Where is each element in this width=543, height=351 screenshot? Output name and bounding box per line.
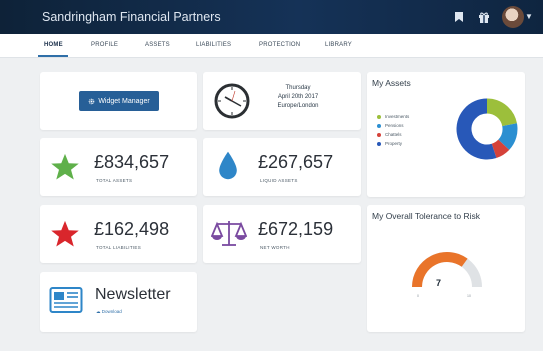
widget-manager-card: Widget Manager <box>40 72 197 130</box>
legend-label: Property <box>385 141 403 146</box>
active-tab-indicator <box>38 55 68 57</box>
total-assets-label: TOTAL ASSETS <box>96 178 133 183</box>
tab-protection[interactable]: PROTECTION <box>259 42 300 48</box>
star-icon <box>51 153 79 180</box>
risk-tolerance-title: My Overall Tolerance to Risk <box>372 211 481 221</box>
newsletter-title: Newsletter <box>95 286 171 303</box>
download-label: Download <box>101 309 122 314</box>
main-nav: HOME PROFILE ASSETS LIABILITIES PROTECTI… <box>0 34 543 58</box>
donut-slice-chattels[interactable] <box>491 139 510 159</box>
water-drop-icon <box>219 151 237 180</box>
legend-item-chattels: Chattels <box>377 130 409 139</box>
gift-icon[interactable] <box>477 10 491 24</box>
net-worth-label: NET WORTH <box>260 245 290 250</box>
date-card: Thursday April 20th 2017 Europe/London <box>203 72 361 130</box>
total-assets-value: £834,657 <box>94 152 170 172</box>
cloud-download-icon: ☁ <box>96 309 101 314</box>
widget-manager-label: Widget Manager <box>98 97 150 105</box>
timezone-label: Europe/London <box>277 103 319 109</box>
liquid-assets-card[interactable]: £267,657 LIQUID ASSETS <box>203 138 361 196</box>
day-label: Thursday <box>285 85 311 91</box>
risk-tolerance-card: My Overall Tolerance to Risk 7 0 10 <box>367 205 525 332</box>
total-assets-card[interactable]: £834,657 TOTAL ASSETS <box>40 138 197 196</box>
legend-label: Investments <box>385 114 410 119</box>
legend-item-property: Property <box>377 139 409 148</box>
assets-donut-chart[interactable] <box>455 97 519 161</box>
top-bar: Sandringham Financial Partners ▼ <box>0 0 543 34</box>
gauge-max-label: 10 <box>467 294 471 298</box>
legend-swatch <box>377 141 381 146</box>
tab-assets[interactable]: ASSETS <box>145 42 170 48</box>
net-worth-card[interactable]: £672,159 NET WORTH <box>203 205 361 263</box>
app-title: Sandringham Financial Partners <box>42 10 221 24</box>
risk-score: 7 <box>436 278 442 288</box>
liquid-assets-label: LIQUID ASSETS <box>260 178 298 183</box>
legend-swatch <box>377 132 381 137</box>
liquid-assets-value: £267,657 <box>258 152 334 172</box>
total-liabilities-value: £162,498 <box>94 219 170 239</box>
gear-icon <box>89 98 95 104</box>
clock-icon <box>214 83 250 119</box>
date-label: April 20th 2017 <box>277 94 319 100</box>
legend-label: Pensions <box>385 123 404 128</box>
tab-home[interactable]: HOME <box>44 42 63 48</box>
tab-profile[interactable]: PROFILE <box>91 42 118 48</box>
legend-swatch <box>377 114 381 119</box>
gauge-min-label: 0 <box>417 294 419 298</box>
widget-manager-button[interactable]: Widget Manager <box>79 91 159 111</box>
my-assets-card: My Assets Investments Pensions Chattels … <box>367 72 525 197</box>
newspaper-icon <box>49 287 83 313</box>
total-liabilities-label: TOTAL LIABILITIES <box>96 245 142 250</box>
legend-label: Chattels <box>385 132 402 137</box>
assets-legend: Investments Pensions Chattels Property <box>377 112 409 148</box>
donut-slice-pensions[interactable] <box>497 123 518 150</box>
chevron-down-icon[interactable]: ▼ <box>525 12 533 21</box>
date-display: Thursday April 20th 2017 Europe/London <box>263 84 333 111</box>
newsletter-card[interactable]: Newsletter ☁ Download <box>40 272 197 332</box>
legend-item-investments: Investments <box>377 112 409 121</box>
risk-gauge <box>412 252 482 288</box>
total-liabilities-card[interactable]: £162,498 TOTAL LIABILITIES <box>40 205 197 263</box>
legend-swatch <box>377 123 381 128</box>
bookmark-icon[interactable] <box>452 10 466 24</box>
tab-liabilities[interactable]: LIABILITIES <box>196 42 231 48</box>
user-avatar[interactable] <box>502 6 524 28</box>
newsletter-download-link[interactable]: ☁ Download <box>96 309 122 315</box>
scales-icon <box>211 221 247 246</box>
net-worth-value: £672,159 <box>258 219 334 239</box>
legend-item-pensions: Pensions <box>377 121 409 130</box>
star-icon <box>51 220 79 247</box>
tab-library[interactable]: LIBRARY <box>325 42 352 48</box>
donut-slice-investments[interactable] <box>486 98 517 127</box>
my-assets-title: My Assets <box>372 78 411 88</box>
